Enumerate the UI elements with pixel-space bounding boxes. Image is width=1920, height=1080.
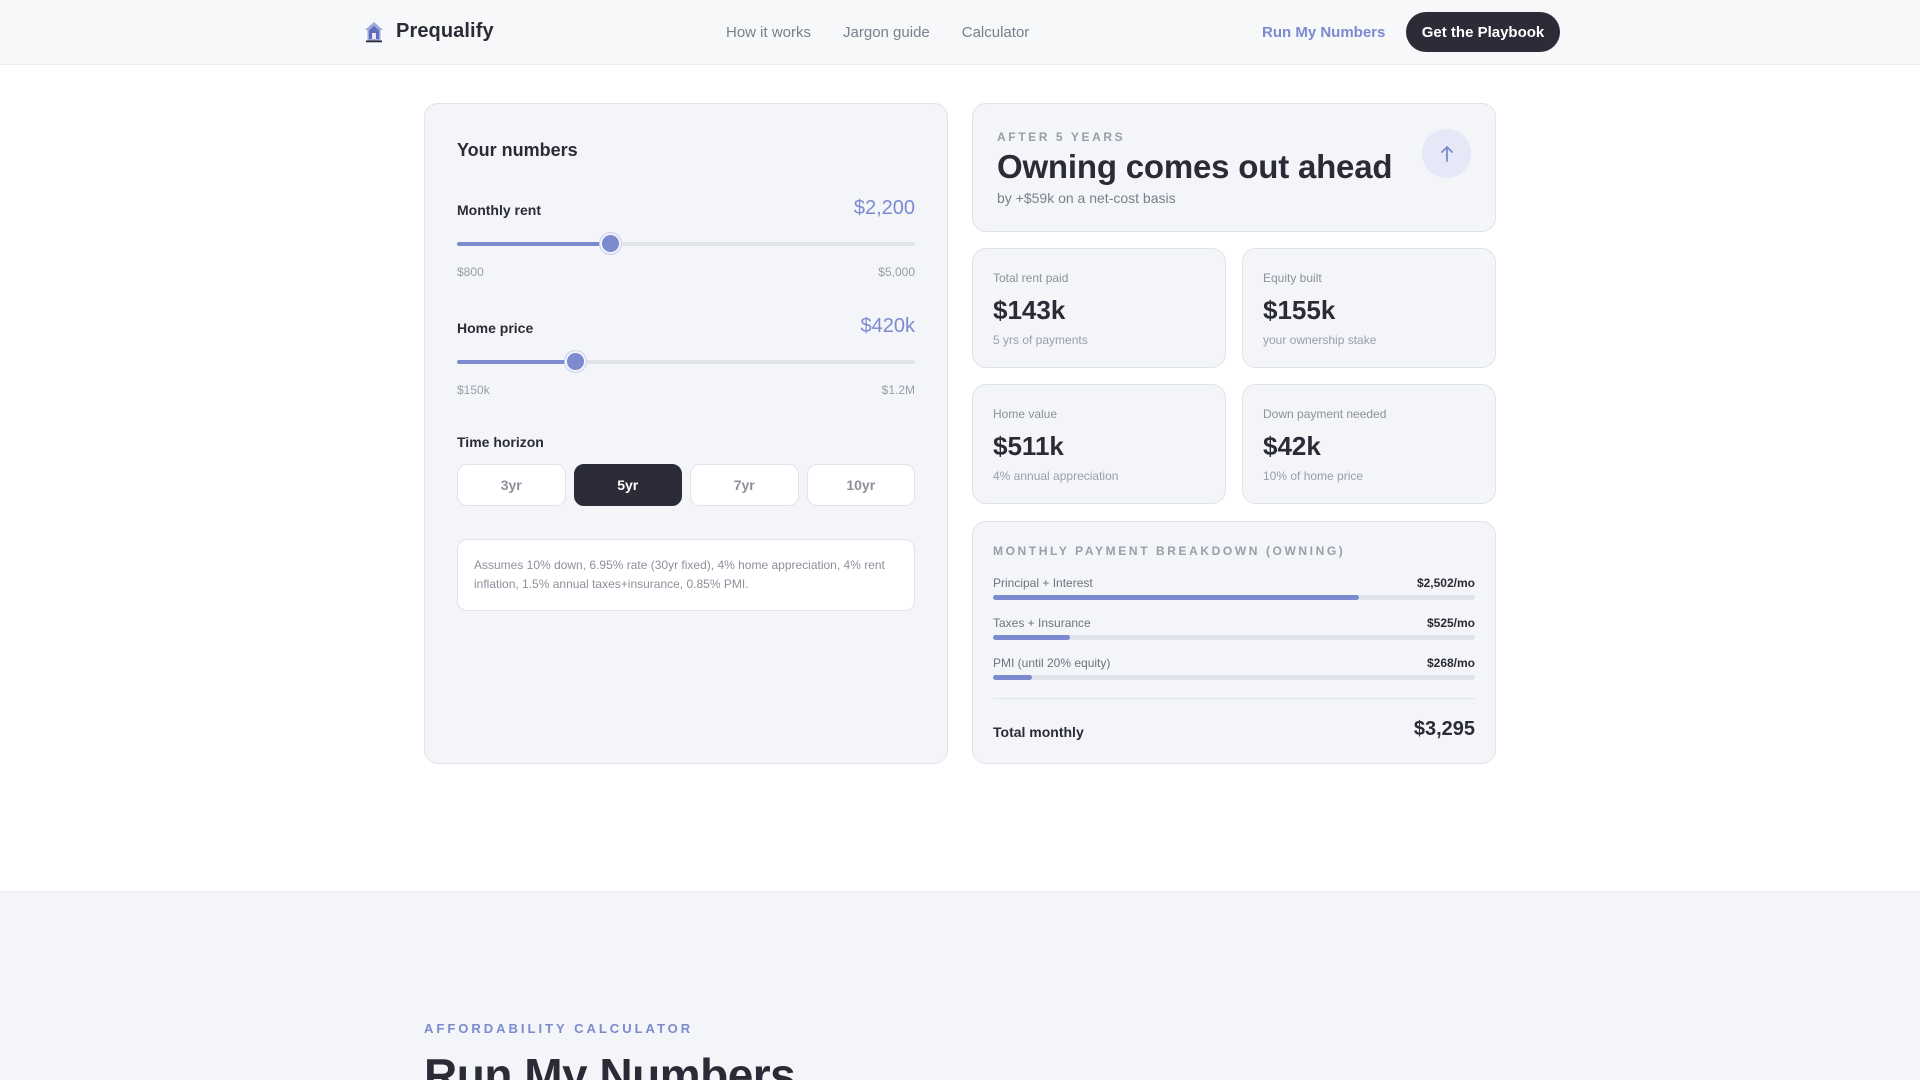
price-label: Home price — [457, 320, 534, 336]
total-monthly-label: Total monthly — [993, 724, 1084, 740]
assumptions-note: Assumes 10% down, 6.95% rate (30yr fixed… — [457, 539, 915, 611]
nav-links: How it works Jargon guide Calculator — [726, 24, 1029, 41]
result-card: AFTER 5 YEARS Owning comes out ahead by … — [972, 103, 1496, 232]
section-title: Run My Numbers — [424, 1049, 796, 1080]
stat-value: $511k — [993, 431, 1064, 461]
horizon-label: Time horizon — [457, 434, 544, 450]
breakdown-title: MONTHLY PAYMENT BREAKDOWN (OWNING) — [993, 544, 1346, 558]
stat-note: 10% of home price — [1263, 469, 1364, 483]
result-headline: Owning comes out ahead — [997, 148, 1393, 185]
breakdown-amount: $2,502/mo — [1416, 576, 1475, 590]
breakdown-amount: $268/mo — [1426, 656, 1475, 670]
top-nav: Prequalify How it works Jargon guide Cal… — [0, 0, 1920, 65]
rent-value: $2,200 — [853, 197, 915, 219]
stat-value: $143k — [993, 295, 1066, 325]
breakdown-bar-fill — [993, 675, 1032, 680]
rent-slider-thumb[interactable] — [599, 233, 621, 254]
stat-note: your ownership stake — [1263, 333, 1377, 347]
total-monthly-value: $3,295 — [1413, 718, 1475, 740]
brand[interactable]: Prequalify — [364, 20, 494, 43]
result-eyebrow: AFTER 5 YEARS — [997, 130, 1126, 144]
rent-label: Monthly rent — [457, 202, 541, 218]
section-eyebrow: AFFORDABILITY CALCULATOR — [424, 1021, 694, 1036]
breakdown-bar-fill — [993, 635, 1071, 640]
horizon-toggle-group: 3yr 5yr 7yr 10yr — [457, 464, 915, 506]
price-min: $150k — [457, 383, 490, 397]
affordability-section: AFFORDABILITY CALCULATOR Run My Numbers — [0, 891, 1920, 1080]
horizon-10yr-button[interactable]: 10yr — [806, 464, 915, 506]
stat-note: 4% annual appreciation — [993, 469, 1119, 483]
house-logo-icon — [364, 21, 384, 43]
inputs-card: Your numbers Monthly rent $2,200 $800 $5… — [424, 103, 948, 764]
horizon-5yr-button[interactable]: 5yr — [573, 464, 682, 506]
result-subtext: by +$59k on a net-cost basis — [997, 190, 1176, 206]
price-value: $420k — [860, 315, 916, 337]
price-slider-fill — [457, 360, 575, 364]
breakdown-divider — [993, 698, 1475, 699]
stat-card-down-payment: Down payment needed $42k 10% of home pri… — [1242, 384, 1496, 504]
run-my-numbers-link[interactable]: Run My Numbers — [1262, 24, 1385, 41]
stat-card-total-rent: Total rent paid $143k 5 yrs of payments — [972, 248, 1226, 368]
stat-label: Down payment needed — [1263, 407, 1387, 421]
price-max: $1.2M — [881, 383, 915, 397]
stat-value: $42k — [1263, 431, 1321, 461]
rent-min: $800 — [457, 265, 484, 279]
breakdown-bar-track — [993, 595, 1475, 600]
nav-link-calculator[interactable]: Calculator — [962, 24, 1030, 41]
brand-name: Prequalify — [396, 20, 494, 42]
rent-max: $5,000 — [878, 265, 915, 279]
rent-slider-fill — [457, 242, 610, 246]
breakdown-bar-track — [993, 635, 1475, 640]
rent-slider-track[interactable] — [457, 233, 915, 254]
breakdown-bar-fill — [993, 595, 1360, 600]
inputs-title: Your numbers — [457, 140, 578, 160]
payment-breakdown-card: MONTHLY PAYMENT BREAKDOWN (OWNING) Princ… — [972, 521, 1496, 764]
stat-value: $155k — [1263, 295, 1336, 325]
stat-label: Home value — [993, 407, 1058, 421]
price-slider-thumb[interactable] — [564, 351, 586, 372]
stat-label: Equity built — [1263, 271, 1322, 285]
breakdown-label: Principal + Interest — [993, 576, 1093, 590]
breakdown-amount: $525/mo — [1426, 616, 1475, 630]
nav-link-how-it-works[interactable]: How it works — [726, 24, 811, 41]
stat-label: Total rent paid — [993, 271, 1069, 285]
breakdown-bar-track — [993, 675, 1475, 680]
breakdown-label: PMI (until 20% equity) — [993, 656, 1111, 670]
arrow-up-icon — [1422, 129, 1471, 178]
stat-note: 5 yrs of payments — [993, 333, 1088, 347]
stat-card-home-value: Home value $511k 4% annual appreciation — [972, 384, 1226, 504]
horizon-7yr-button[interactable]: 7yr — [690, 464, 799, 506]
price-slider-track[interactable] — [457, 351, 915, 372]
stat-card-equity: Equity built $155k your ownership stake — [1242, 248, 1496, 368]
breakdown-label: Taxes + Insurance — [993, 616, 1091, 630]
get-playbook-button[interactable]: Get the Playbook — [1406, 12, 1560, 52]
horizon-3yr-button[interactable]: 3yr — [457, 464, 566, 506]
nav-link-jargon-guide[interactable]: Jargon guide — [843, 24, 930, 41]
